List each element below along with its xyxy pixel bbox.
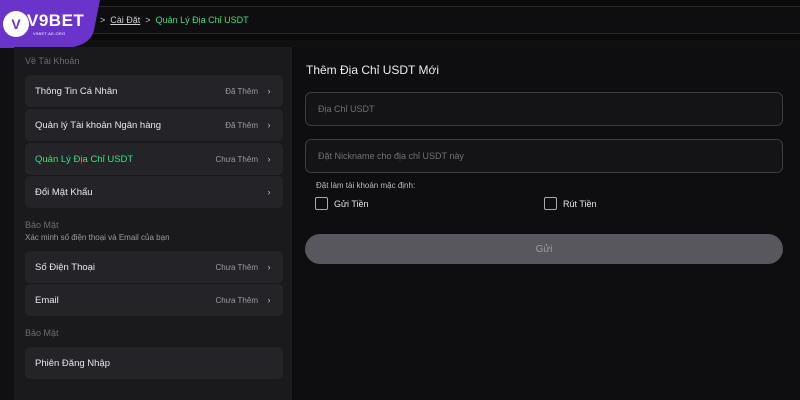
breadcrumb-item-settings[interactable]: Cài Đặt: [110, 15, 140, 25]
deposit-checkbox[interactable]: Gửi Tiền: [315, 197, 369, 210]
nickname-input[interactable]: [305, 139, 783, 173]
usdt-address-form: Thêm Địa Chỉ USDT Mới Đặt làm tài khoản …: [292, 47, 800, 400]
section-description: Xác minh số điện thoại và Email của bạn: [25, 233, 170, 242]
sidebar-item-label: Email: [35, 294, 59, 306]
withdraw-checkbox[interactable]: Rút Tiền: [544, 197, 597, 210]
brand-name: V9BET: [27, 11, 85, 30]
sidebar-item-label: Quản lý Tài khoản Ngân hàng: [35, 119, 162, 131]
sidebar-item-usdt-address[interactable]: Quản Lý Địa Chỉ USDT Chưa Thêm ›: [25, 143, 283, 175]
sidebar-item-change-password[interactable]: Đổi Mật Khẩu ›: [25, 176, 283, 208]
page-title: Thêm Địa Chỉ USDT Mới: [306, 63, 440, 77]
sidebar-item-email[interactable]: Email Chưa Thêm ›: [25, 284, 283, 316]
status-text: Đã Thêm: [225, 86, 258, 96]
settings-sidebar: Về Tài Khoản Thông Tin Cá Nhân Đã Thêm ›…: [14, 47, 292, 400]
section-title-account: Về Tài Khoản: [25, 56, 80, 66]
chevron-right-icon: ›: [267, 295, 271, 305]
submit-button[interactable]: Gửi: [305, 234, 783, 264]
status-text: Chưa Thêm: [215, 295, 258, 305]
usdt-address-input[interactable]: [305, 92, 783, 126]
chevron-right-icon: ›: [267, 262, 271, 272]
status-text: Đã Thêm: [225, 120, 258, 130]
chevron-right-icon: ›: [267, 86, 271, 96]
sidebar-item-personal-info[interactable]: Thông Tin Cá Nhân Đã Thêm ›: [25, 75, 283, 107]
checkbox-box[interactable]: [544, 197, 557, 210]
checkbox-label: Rút Tiền: [563, 198, 597, 209]
sidebar-item-bank-accounts[interactable]: Quản lý Tài khoản Ngân hàng Đã Thêm ›: [25, 109, 283, 141]
status-text: Chưa Thêm: [215, 262, 258, 272]
sidebar-item-label: Quản Lý Địa Chỉ USDT: [35, 153, 134, 165]
default-account-label: Đặt làm tài khoản mặc định:: [316, 181, 416, 190]
breadcrumb-item-current: Quản Lý Địa Chỉ USDT: [155, 15, 249, 25]
svg-text:V: V: [11, 16, 21, 32]
sidebar-item-phone[interactable]: Số Điện Thoại Chưa Thêm ›: [25, 251, 283, 283]
sidebar-item-label: Số Điện Thoại: [35, 261, 96, 273]
sidebar-item-login-sessions[interactable]: Phiên Đăng Nhập: [25, 347, 283, 379]
chevron-right-icon: ›: [267, 187, 271, 197]
checkbox-box[interactable]: [315, 197, 328, 210]
section-title-sessions: Bảo Mật: [25, 328, 59, 338]
sidebar-item-label: Thông Tin Cá Nhân: [35, 85, 118, 97]
section-title-security: Bảo Mật: [25, 220, 59, 230]
brand-logo[interactable]: V V9BET V9BET.AE.ORG: [0, 0, 100, 48]
brand-subtitle: V9BET.AE.ORG: [33, 31, 66, 36]
chevron-right-icon: ›: [267, 120, 271, 130]
breadcrumb: ổ > Cài Đặt > Quản Lý Địa Chỉ USDT: [80, 6, 800, 34]
status-text: Chưa Thêm: [215, 154, 258, 164]
breadcrumb-separator: >: [145, 15, 151, 25]
top-bar: ổ > Cài Đặt > Quản Lý Địa Chỉ USDT: [0, 0, 800, 40]
breadcrumb-separator: >: [100, 15, 106, 25]
checkbox-label: Gửi Tiền: [334, 198, 369, 209]
page: ổ > Cài Đặt > Quản Lý Địa Chỉ USDT V V9B…: [0, 0, 800, 400]
sidebar-item-label: Phiên Đăng Nhập: [35, 357, 110, 369]
sidebar-item-label: Đổi Mật Khẩu: [35, 186, 93, 198]
chevron-right-icon: ›: [267, 154, 271, 164]
